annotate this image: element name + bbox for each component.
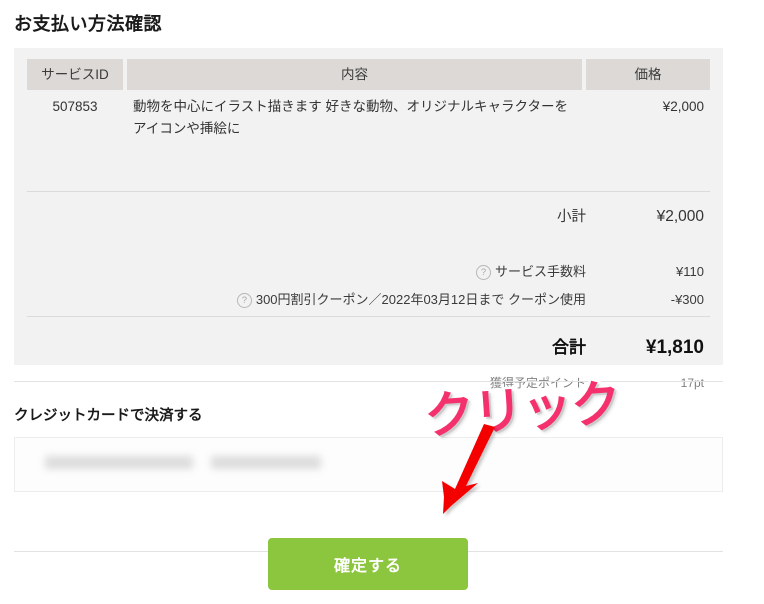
column-header-content: 内容	[127, 59, 582, 90]
service-fee-label-wrap: ? サービス手数料	[475, 261, 586, 280]
column-header-price: 価格	[586, 59, 710, 90]
total-value: ¥1,810	[645, 337, 704, 358]
cell-price: ¥2,000	[662, 99, 704, 114]
cell-service-id: 507853	[52, 99, 98, 114]
page-title: お支払い方法確認	[14, 14, 162, 34]
points-value: 17pt	[680, 376, 704, 390]
masked-card-number	[211, 456, 321, 469]
column-header-service-id: サービスID	[27, 59, 123, 90]
total-label: 合計	[552, 338, 586, 357]
coupon-label: 300円割引クーポン／2022年03月12日まで クーポン使用	[255, 292, 586, 307]
divider-above-total	[27, 316, 710, 317]
points-label: 獲得予定ポイント	[489, 376, 586, 390]
total-row: 合計 ¥1,810	[27, 333, 710, 359]
service-fee-label: サービス手数料	[494, 264, 586, 279]
masked-card-name	[45, 456, 193, 469]
cell-description: 動物を中心にイラスト描きます 好きな動物、オリジナルキャラクターをアイコンや挿絵…	[133, 99, 568, 136]
subtotal-label: 小計	[557, 209, 586, 225]
subtotal-row: 小計 ¥2,000	[27, 205, 710, 226]
coupon-row: ? 300円割引クーポン／2022年03月12日まで クーポン使用 -¥300	[27, 289, 710, 308]
service-fee-row: ? サービス手数料 ¥110	[27, 261, 710, 280]
credit-card-section-title: クレジットカードで決済する	[14, 408, 203, 424]
help-circle-icon[interactable]: ?	[236, 293, 252, 308]
credit-card-display-box[interactable]	[14, 437, 723, 492]
help-circle-icon[interactable]: ?	[475, 265, 491, 280]
coupon-label-wrap: ? 300円割引クーポン／2022年03月12日まで クーポン使用	[236, 289, 586, 308]
payment-confirmation-page: お支払い方法確認 サービスID 内容 価格 507853 動物を中心にイラスト描…	[0, 0, 764, 604]
order-summary-card: サービスID 内容 価格 507853 動物を中心にイラスト描きます 好きな動物…	[14, 48, 723, 390]
confirm-button[interactable]: 確定する	[268, 538, 468, 590]
table-row: 507853 動物を中心にイラスト描きます 好きな動物、オリジナルキャラクターを…	[27, 96, 710, 140]
points-row: 獲得予定ポイント 17pt	[27, 374, 710, 391]
section-divider-top	[14, 381, 723, 382]
coupon-value: -¥300	[670, 292, 704, 307]
service-fee-value: ¥110	[676, 264, 704, 279]
summary-table-header: サービスID 内容 価格	[27, 59, 710, 90]
subtotal-value: ¥2,000	[656, 208, 704, 225]
divider-above-subtotal	[27, 191, 710, 192]
